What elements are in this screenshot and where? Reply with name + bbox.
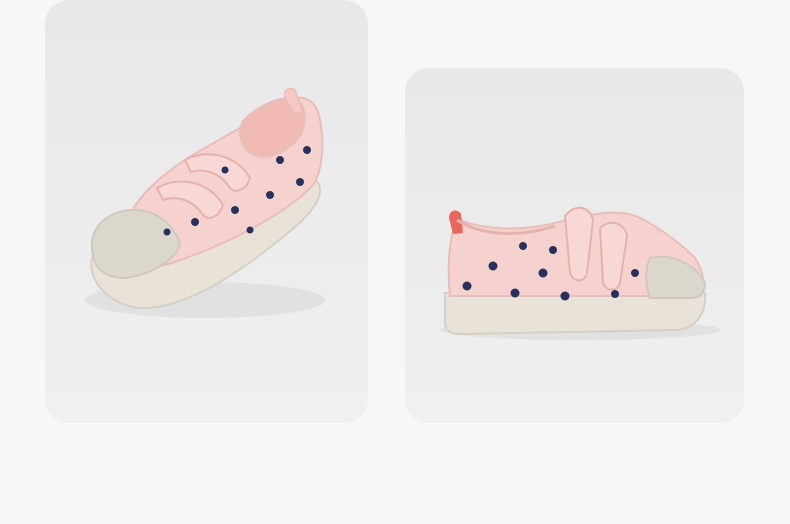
shoe-illustration-left <box>85 87 325 318</box>
product-photo-side[interactable] <box>405 68 744 423</box>
product-gallery <box>0 0 790 524</box>
shoe-illustration-right <box>440 206 720 340</box>
product-photo-three-quarter[interactable] <box>45 0 368 423</box>
